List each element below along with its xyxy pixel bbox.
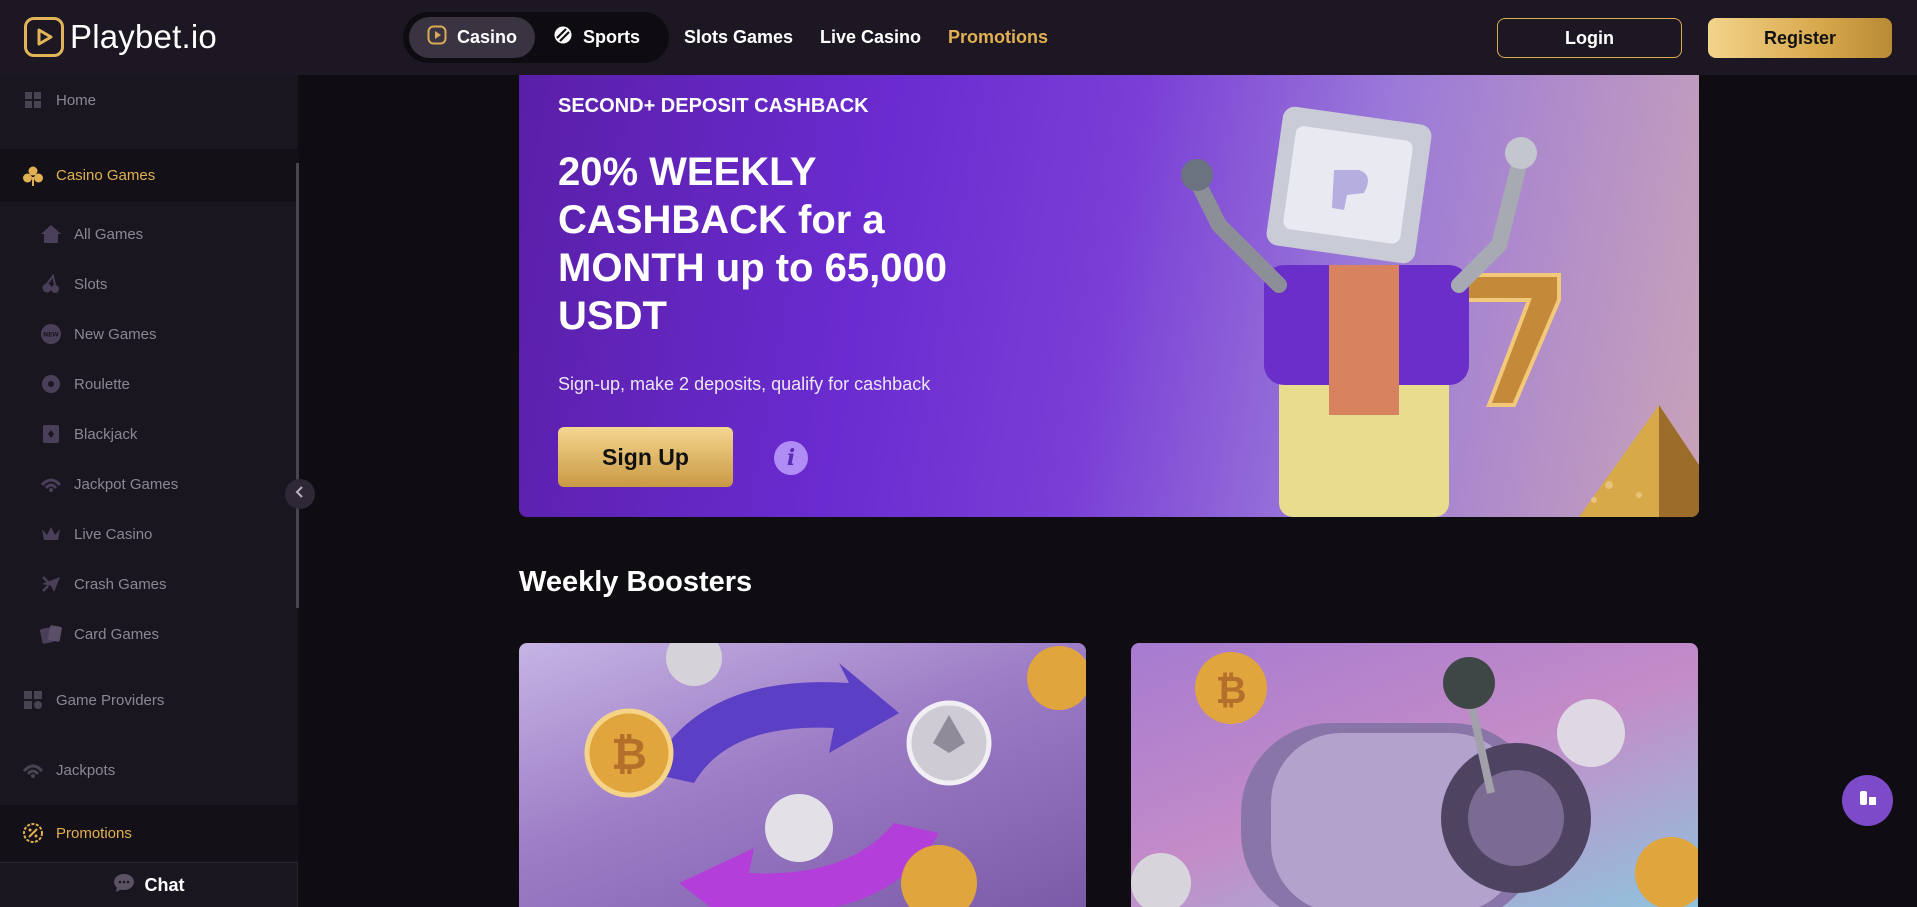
sidebar-item-card-games[interactable]: Card Games (0, 614, 298, 654)
sports-mode-button[interactable]: Sports (535, 17, 658, 58)
booster-card[interactable]: ₿ (1131, 643, 1698, 907)
login-button[interactable]: Login (1497, 18, 1682, 58)
cherries-icon (40, 273, 62, 295)
grid-icon (22, 89, 44, 111)
chat-widget-icon (1858, 788, 1878, 813)
sidebar-collapse-button[interactable] (285, 479, 315, 509)
logo-text: Playbet.io (70, 18, 217, 55)
sidebar-item-label: Casino Games (56, 167, 156, 184)
hero-kicker: SECOND+ DEPOSIT CASHBACK (558, 95, 869, 117)
sidebar-item-slots[interactable]: Slots (0, 264, 298, 304)
sidebar-item-new-games[interactable]: NEW New Games (0, 314, 298, 354)
sidebar-item-crash-games[interactable]: Crash Games (0, 564, 298, 604)
card-icon (40, 423, 62, 445)
sidebar-item-jackpots[interactable]: Jackpots (0, 738, 298, 802)
chevron-left-icon (294, 485, 306, 503)
sidebar-item-label: All Games (74, 225, 144, 243)
nav-slots-games[interactable]: Slots Games (684, 27, 793, 48)
providers-icon (22, 689, 44, 711)
hero-subtitle: Sign-up, make 2 deposits, qualify for ca… (558, 374, 931, 394)
sign-up-button[interactable]: Sign Up (558, 427, 733, 487)
sidebar: Home Casino Games All Games Slots NEW Ne… (0, 75, 299, 907)
clover-icon (22, 165, 44, 187)
sidebar-item-jackpot-games[interactable]: Jackpot Games (0, 464, 298, 504)
sidebar-item-home[interactable]: Home (0, 75, 298, 125)
robot-mascot-illustration (1181, 106, 1699, 517)
slot-machine-illustration: ₿ (1131, 652, 1698, 907)
sidebar-item-label: New Games (74, 325, 157, 343)
sidebar-item-label: Promotions (56, 824, 132, 842)
sidebar-item-label: Home (56, 91, 97, 109)
section-title: Weekly Boosters (519, 566, 753, 598)
support-chat-fab[interactable] (1842, 775, 1893, 826)
sidebar-item-label: Card Games (74, 625, 160, 643)
ball-icon (553, 25, 573, 50)
sidebar-item-label: Live Casino (74, 525, 153, 543)
sidebar-scrollbar[interactable] (296, 163, 299, 608)
sidebar-item-label: Slots (74, 275, 108, 293)
chat-bubble-icon (113, 873, 135, 898)
nav-promotions[interactable]: Promotions (948, 27, 1048, 48)
roulette-icon (40, 373, 62, 395)
house-icon (40, 223, 62, 245)
promo-badge-icon (22, 822, 44, 844)
sports-mode-label: Sports (583, 27, 641, 47)
casino-mode-button[interactable]: Casino (409, 17, 536, 58)
chat-label: Chat (144, 874, 185, 895)
logo[interactable]: Playbet.io (24, 17, 217, 57)
sidebar-item-label: Game Providers (56, 691, 165, 709)
exchange-coins-illustration: ₿ (584, 643, 1086, 907)
sidebar-item-label: Jackpot Games (74, 475, 179, 493)
cards-icon (40, 623, 62, 645)
sidebar-item-live-casino[interactable]: Live Casino (0, 514, 298, 554)
sidebar-item-label: Jackpots (56, 761, 116, 779)
plane-icon (40, 573, 62, 595)
play-icon (427, 25, 447, 50)
sidebar-item-casino-games[interactable]: Casino Games (0, 149, 298, 202)
top-bar: Playbet.io Casino Sports Slots Games Liv… (0, 0, 1917, 75)
casino-mode-label: Casino (457, 27, 518, 47)
svg-text:₿: ₿ (611, 729, 647, 780)
svg-text:₿: ₿ (1216, 668, 1247, 712)
info-icon[interactable]: i (774, 441, 808, 475)
sidebar-item-all-games[interactable]: All Games (0, 214, 298, 254)
booster-card[interactable]: ₿ (519, 643, 1086, 907)
jackpots-icon (22, 759, 44, 781)
sidebar-item-roulette[interactable]: Roulette (0, 364, 298, 404)
register-button[interactable]: Register (1708, 18, 1892, 58)
logo-icon (24, 17, 64, 57)
hero-title: 20% WEEKLY CASHBACK for a MONTH up to 65… (558, 150, 947, 338)
chat-button[interactable]: Chat (0, 862, 298, 907)
sidebar-item-blackjack[interactable]: Blackjack (0, 414, 298, 454)
sidebar-item-label: Blackjack (74, 425, 138, 443)
sidebar-item-label: Roulette (74, 375, 130, 393)
svg-text:NEW: NEW (43, 332, 59, 339)
mode-switch: Casino Sports (403, 12, 669, 63)
sidebar-item-label: Crash Games (74, 575, 167, 593)
promo-hero-banner: SECOND+ DEPOSIT CASHBACK 20% WEEKLY CASH… (519, 75, 1699, 517)
nav-live-casino[interactable]: Live Casino (820, 27, 921, 48)
jackpot-icon (40, 473, 62, 495)
new-badge-icon: NEW (40, 323, 62, 345)
sidebar-item-game-providers[interactable]: Game Providers (0, 668, 298, 732)
crown-icon (40, 523, 62, 545)
sidebar-item-promotions[interactable]: Promotions (0, 805, 298, 861)
